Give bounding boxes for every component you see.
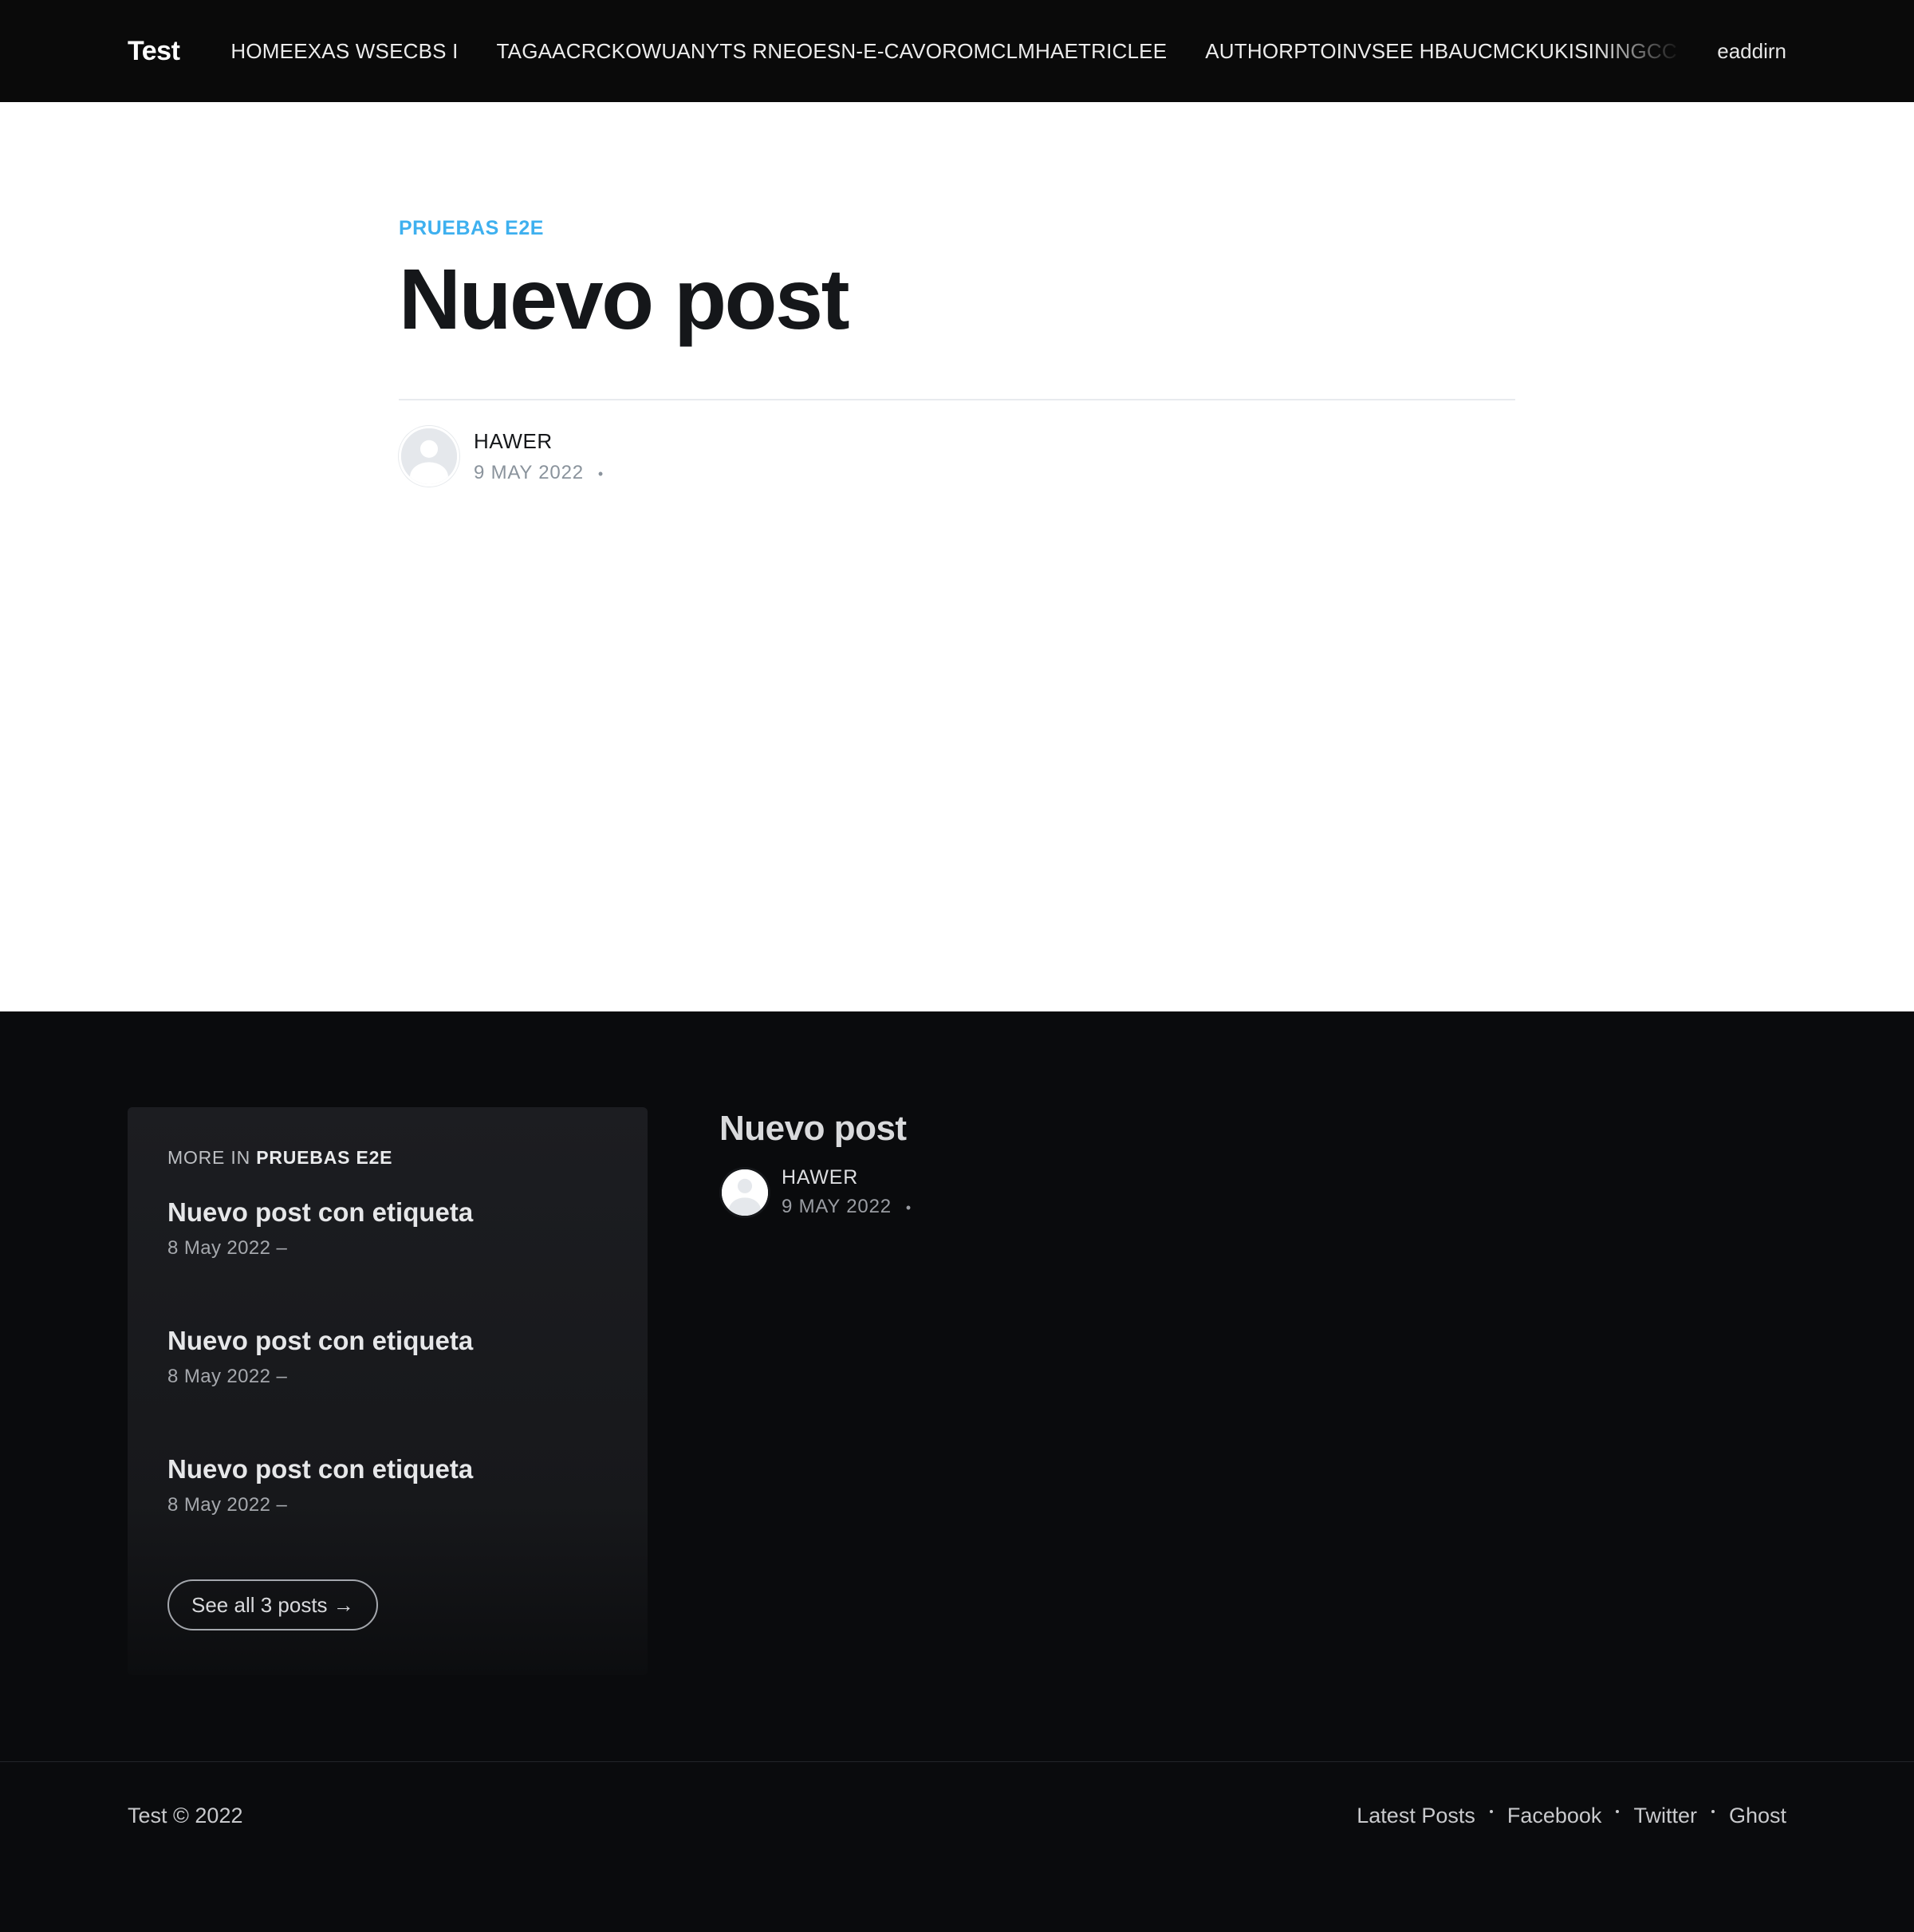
footer-nav: Latest Posts Facebook Twitter Ghost <box>1357 1804 1786 1828</box>
related-post-date-text: 9 MAY 2022 <box>782 1196 892 1217</box>
list-item: Nuevo post con etiqueta 8 May 2022 – <box>167 1326 608 1454</box>
primary-tag-link[interactable]: PRUEBAS E2E <box>399 217 544 240</box>
byline: HAWER 9 MAY 2022 • <box>399 426 604 487</box>
related-post-byline: HAWER 9 MAY 2022 • <box>719 1166 912 1218</box>
related-post-card: Nuevo post HAWER 9 MAY 2022 • <box>719 1109 912 1218</box>
related-section: MORE IN PRUEBAS E2E Nuevo post con etiqu… <box>0 1011 1914 1761</box>
see-all-posts-button[interactable]: See all 3 posts → <box>167 1579 378 1630</box>
more-in-tag-link[interactable]: PRUEBAS E2E <box>256 1147 392 1168</box>
related-author-name[interactable]: HAWER <box>782 1166 912 1189</box>
related-post-title[interactable]: Nuevo post <box>719 1109 912 1149</box>
footer-link-ghost[interactable]: Ghost <box>1729 1804 1786 1828</box>
nav-item-home[interactable]: HOMEEXAS WSECBS I <box>230 39 458 64</box>
site-logo[interactable]: Test <box>128 36 180 67</box>
meta-separator: • <box>597 465 604 482</box>
related-item-date: 8 May 2022 – <box>167 1237 288 1259</box>
nav-item-tag[interactable]: TAGAACRCKOWUANYTS RNEOESN-E-CAVOROMCLMHA… <box>497 39 1168 64</box>
related-item-date: 8 May 2022 – <box>167 1366 288 1387</box>
post-title: Nuevo post <box>399 250 850 347</box>
byline-divider <box>399 399 1515 400</box>
more-in-tag-card: MORE IN PRUEBAS E2E Nuevo post con etiqu… <box>128 1107 648 1675</box>
footer-link-twitter[interactable]: Twitter <box>1633 1804 1697 1828</box>
more-in-heading: MORE IN PRUEBAS E2E <box>167 1147 608 1169</box>
related-post-meta: HAWER 9 MAY 2022 • <box>782 1166 912 1218</box>
list-item: Nuevo post con etiqueta 8 May 2022 – <box>167 1454 608 1583</box>
byline-meta: HAWER 9 MAY 2022 • <box>474 429 604 484</box>
author-name[interactable]: HAWER <box>474 429 604 454</box>
user-silhouette-icon <box>722 1169 768 1216</box>
meta-separator: • <box>905 1200 912 1216</box>
site-footer: Test © 2022 Latest Posts Facebook Twitte… <box>0 1761 1914 1932</box>
post-date: 9 MAY 2022 • <box>474 462 604 484</box>
footer-separator <box>1616 1809 1620 1813</box>
nav-item-author[interactable]: AUTHORPTOINVSEE HBAUCMCKUKISININGCC <box>1205 39 1677 64</box>
signin-link[interactable]: eaddirn <box>1693 0 1786 102</box>
copyright-text[interactable]: Test © 2022 <box>128 1804 242 1828</box>
more-in-label: MORE IN <box>167 1147 250 1168</box>
user-silhouette-icon <box>401 428 457 484</box>
copyright: Test © 2022 <box>128 1804 242 1828</box>
post-date-text: 9 MAY 2022 <box>474 461 584 483</box>
related-author-avatar[interactable] <box>719 1166 770 1218</box>
main-nav: HOMEEXAS WSECBS I TAGAACRCKOWUANYTS RNEO… <box>230 39 1682 64</box>
footer-separator <box>1489 1809 1493 1813</box>
related-item-title[interactable]: Nuevo post con etiqueta <box>167 1454 473 1484</box>
related-item-title[interactable]: Nuevo post con etiqueta <box>167 1197 473 1228</box>
author-avatar[interactable] <box>399 426 459 487</box>
site-header: Test HOMEEXAS WSECBS I TAGAACRCKOWUANYTS… <box>0 0 1914 102</box>
footer-separator <box>1711 1809 1715 1813</box>
related-post-date: 9 MAY 2022 • <box>782 1196 912 1218</box>
related-item-date: 8 May 2022 – <box>167 1494 288 1516</box>
footer-link-latest-posts[interactable]: Latest Posts <box>1357 1804 1475 1828</box>
article: PRUEBAS E2E Nuevo post HAWER 9 MAY 2022 • <box>0 102 1914 1011</box>
footer-link-facebook[interactable]: Facebook <box>1507 1804 1602 1828</box>
list-item: Nuevo post con etiqueta 8 May 2022 – <box>167 1197 608 1326</box>
related-item-title[interactable]: Nuevo post con etiqueta <box>167 1326 473 1356</box>
